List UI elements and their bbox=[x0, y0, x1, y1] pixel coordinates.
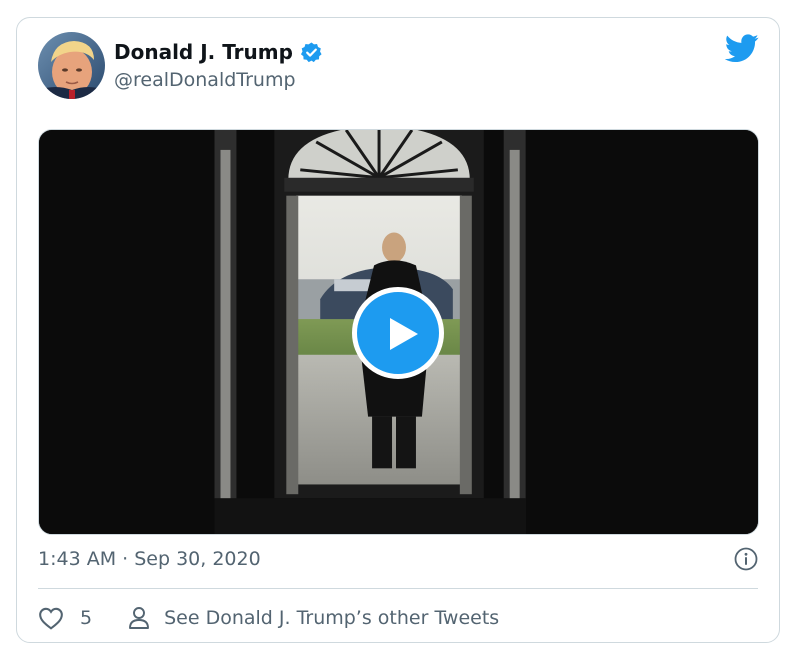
person-icon bbox=[129, 607, 150, 629]
user-handle[interactable]: @realDonaldTrump bbox=[114, 68, 296, 92]
like-button[interactable]: 5 bbox=[38, 606, 92, 630]
tweet-actions: 5 See Donald J. Trump’s other Tweets bbox=[38, 602, 499, 634]
tweet-timestamp[interactable]: 1:43 AM · Sep 30, 2020 bbox=[38, 546, 261, 572]
divider bbox=[38, 588, 758, 589]
see-other-tweets-link[interactable]: See Donald J. Trump’s other Tweets bbox=[128, 606, 499, 630]
heart-icon bbox=[39, 607, 63, 630]
see-other-tweets-label: See Donald J. Trump’s other Tweets bbox=[164, 607, 500, 629]
like-count: 5 bbox=[80, 607, 93, 629]
video-player[interactable] bbox=[38, 129, 759, 535]
verified-badge-icon bbox=[300, 41, 323, 64]
play-icon bbox=[390, 318, 418, 350]
display-name[interactable]: Donald J. Trump bbox=[114, 39, 293, 65]
twitter-bird-icon[interactable] bbox=[724, 34, 759, 64]
name-row: Donald J. Trump bbox=[114, 39, 323, 65]
play-button[interactable] bbox=[352, 287, 444, 379]
tweet-card[interactable]: Donald J. Trump @realDonaldTrump 1:43 AM… bbox=[16, 17, 780, 643]
avatar-image bbox=[38, 32, 105, 99]
info-icon[interactable] bbox=[734, 547, 758, 571]
avatar[interactable] bbox=[38, 32, 105, 99]
